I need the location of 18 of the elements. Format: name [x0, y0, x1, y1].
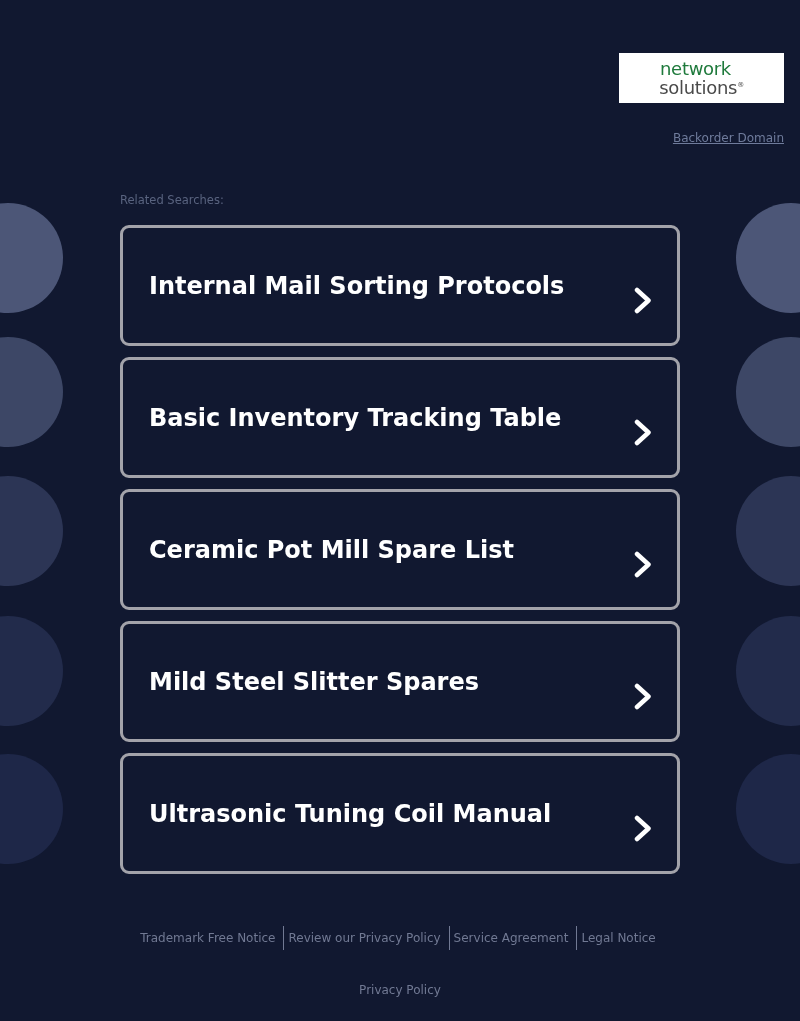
footer-link[interactable]: Service Agreement	[448, 926, 577, 950]
related-search-link[interactable]: Basic Inventory Tracking Table	[120, 357, 680, 478]
related-search-link[interactable]: Ultrasonic Tuning Coil Manual	[120, 753, 680, 874]
section-heading: Related Searches:	[120, 192, 225, 208]
chevron-icon	[634, 286, 652, 314]
backorder-link[interactable]: Backorder Domain	[672, 130, 784, 146]
related-search-link[interactable]: Ceramic Pot Mill Spare List	[120, 489, 680, 610]
chevron-icon	[634, 682, 652, 710]
footer-link[interactable]: Review our Privacy Policy	[283, 926, 449, 950]
related-search-link[interactable]: Internal Mail Sorting Protocols	[120, 225, 680, 346]
chevron-icon	[634, 418, 652, 446]
related-search-link[interactable]: Mild Steel Slitter Spares	[120, 621, 680, 742]
chevron-icon	[634, 550, 652, 578]
brand-logo[interactable]: network solutions$^{®}$	[619, 53, 784, 103]
chevron-icon	[634, 814, 652, 842]
footer-link[interactable]: Legal Notice	[576, 926, 664, 950]
footer-link[interactable]: Trademark Free Notice	[136, 926, 284, 950]
privacy-link[interactable]: Privacy Policy	[359, 982, 441, 998]
